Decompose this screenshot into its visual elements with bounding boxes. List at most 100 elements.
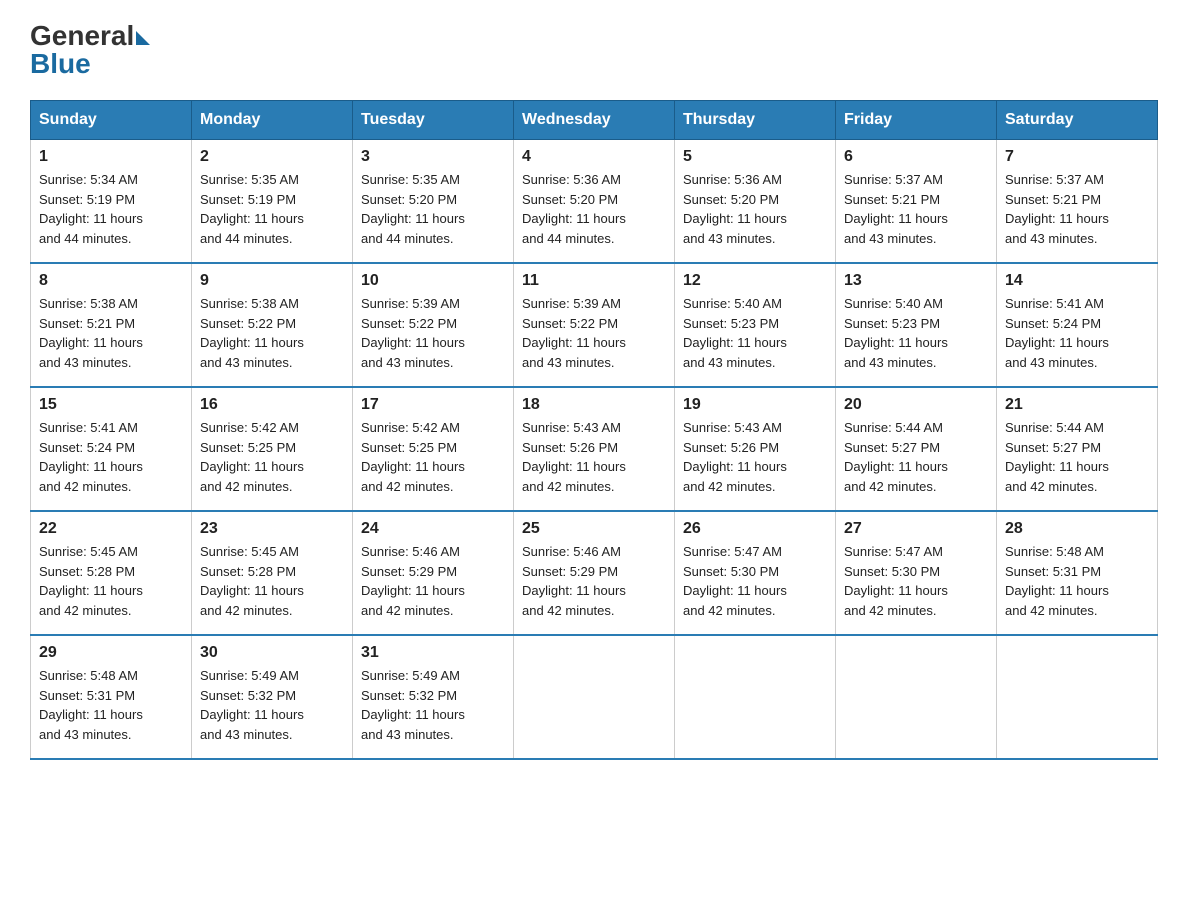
calendar-cell: 3 Sunrise: 5:35 AMSunset: 5:20 PMDayligh… — [353, 140, 514, 264]
day-info: Sunrise: 5:34 AMSunset: 5:19 PMDaylight:… — [39, 172, 143, 246]
calendar-week-row: 15 Sunrise: 5:41 AMSunset: 5:24 PMDaylig… — [31, 387, 1158, 511]
calendar-cell: 4 Sunrise: 5:36 AMSunset: 5:20 PMDayligh… — [514, 140, 675, 264]
calendar-cell: 2 Sunrise: 5:35 AMSunset: 5:19 PMDayligh… — [192, 140, 353, 264]
day-number: 28 — [1005, 520, 1149, 538]
day-info: Sunrise: 5:38 AMSunset: 5:22 PMDaylight:… — [200, 296, 304, 370]
calendar-cell: 27 Sunrise: 5:47 AMSunset: 5:30 PMDaylig… — [836, 511, 997, 635]
day-number: 31 — [361, 644, 505, 662]
calendar-cell: 15 Sunrise: 5:41 AMSunset: 5:24 PMDaylig… — [31, 387, 192, 511]
day-number: 14 — [1005, 272, 1149, 290]
calendar-table: SundayMondayTuesdayWednesdayThursdayFrid… — [30, 100, 1158, 760]
day-info: Sunrise: 5:36 AMSunset: 5:20 PMDaylight:… — [683, 172, 787, 246]
day-info: Sunrise: 5:38 AMSunset: 5:21 PMDaylight:… — [39, 296, 143, 370]
day-info: Sunrise: 5:45 AMSunset: 5:28 PMDaylight:… — [200, 544, 304, 618]
day-number: 29 — [39, 644, 183, 662]
calendar-cell: 25 Sunrise: 5:46 AMSunset: 5:29 PMDaylig… — [514, 511, 675, 635]
day-info: Sunrise: 5:45 AMSunset: 5:28 PMDaylight:… — [39, 544, 143, 618]
calendar-cell: 18 Sunrise: 5:43 AMSunset: 5:26 PMDaylig… — [514, 387, 675, 511]
calendar-cell: 10 Sunrise: 5:39 AMSunset: 5:22 PMDaylig… — [353, 263, 514, 387]
day-info: Sunrise: 5:47 AMSunset: 5:30 PMDaylight:… — [844, 544, 948, 618]
day-number: 17 — [361, 396, 505, 414]
day-number: 5 — [683, 148, 827, 166]
day-info: Sunrise: 5:35 AMSunset: 5:20 PMDaylight:… — [361, 172, 465, 246]
weekday-header-row: SundayMondayTuesdayWednesdayThursdayFrid… — [31, 101, 1158, 140]
day-number: 1 — [39, 148, 183, 166]
weekday-header-saturday: Saturday — [997, 101, 1158, 140]
day-number: 30 — [200, 644, 344, 662]
day-info: Sunrise: 5:43 AMSunset: 5:26 PMDaylight:… — [522, 420, 626, 494]
calendar-cell: 14 Sunrise: 5:41 AMSunset: 5:24 PMDaylig… — [997, 263, 1158, 387]
day-info: Sunrise: 5:39 AMSunset: 5:22 PMDaylight:… — [361, 296, 465, 370]
calendar-cell: 11 Sunrise: 5:39 AMSunset: 5:22 PMDaylig… — [514, 263, 675, 387]
calendar-cell: 7 Sunrise: 5:37 AMSunset: 5:21 PMDayligh… — [997, 140, 1158, 264]
calendar-week-row: 22 Sunrise: 5:45 AMSunset: 5:28 PMDaylig… — [31, 511, 1158, 635]
logo-arrow-icon — [136, 31, 150, 45]
day-info: Sunrise: 5:44 AMSunset: 5:27 PMDaylight:… — [844, 420, 948, 494]
day-info: Sunrise: 5:35 AMSunset: 5:19 PMDaylight:… — [200, 172, 304, 246]
weekday-header-monday: Monday — [192, 101, 353, 140]
calendar-week-row: 1 Sunrise: 5:34 AMSunset: 5:19 PMDayligh… — [31, 140, 1158, 264]
calendar-week-row: 8 Sunrise: 5:38 AMSunset: 5:21 PMDayligh… — [31, 263, 1158, 387]
calendar-cell: 22 Sunrise: 5:45 AMSunset: 5:28 PMDaylig… — [31, 511, 192, 635]
calendar-body: 1 Sunrise: 5:34 AMSunset: 5:19 PMDayligh… — [31, 140, 1158, 760]
day-number: 13 — [844, 272, 988, 290]
day-number: 2 — [200, 148, 344, 166]
day-number: 6 — [844, 148, 988, 166]
day-info: Sunrise: 5:44 AMSunset: 5:27 PMDaylight:… — [1005, 420, 1109, 494]
calendar-cell: 31 Sunrise: 5:49 AMSunset: 5:32 PMDaylig… — [353, 635, 514, 759]
calendar-cell — [836, 635, 997, 759]
day-number: 22 — [39, 520, 183, 538]
day-info: Sunrise: 5:42 AMSunset: 5:25 PMDaylight:… — [361, 420, 465, 494]
calendar-cell: 30 Sunrise: 5:49 AMSunset: 5:32 PMDaylig… — [192, 635, 353, 759]
calendar-cell: 19 Sunrise: 5:43 AMSunset: 5:26 PMDaylig… — [675, 387, 836, 511]
calendar-cell: 5 Sunrise: 5:36 AMSunset: 5:20 PMDayligh… — [675, 140, 836, 264]
calendar-cell: 28 Sunrise: 5:48 AMSunset: 5:31 PMDaylig… — [997, 511, 1158, 635]
logo: General Blue — [30, 20, 150, 80]
day-number: 19 — [683, 396, 827, 414]
day-info: Sunrise: 5:36 AMSunset: 5:20 PMDaylight:… — [522, 172, 626, 246]
calendar-cell: 16 Sunrise: 5:42 AMSunset: 5:25 PMDaylig… — [192, 387, 353, 511]
calendar-cell: 9 Sunrise: 5:38 AMSunset: 5:22 PMDayligh… — [192, 263, 353, 387]
day-info: Sunrise: 5:37 AMSunset: 5:21 PMDaylight:… — [844, 172, 948, 246]
day-number: 23 — [200, 520, 344, 538]
calendar-cell — [997, 635, 1158, 759]
day-number: 7 — [1005, 148, 1149, 166]
day-number: 12 — [683, 272, 827, 290]
weekday-header-sunday: Sunday — [31, 101, 192, 140]
day-info: Sunrise: 5:48 AMSunset: 5:31 PMDaylight:… — [1005, 544, 1109, 618]
calendar-cell: 20 Sunrise: 5:44 AMSunset: 5:27 PMDaylig… — [836, 387, 997, 511]
day-number: 11 — [522, 272, 666, 290]
day-number: 26 — [683, 520, 827, 538]
day-info: Sunrise: 5:41 AMSunset: 5:24 PMDaylight:… — [39, 420, 143, 494]
weekday-header-tuesday: Tuesday — [353, 101, 514, 140]
calendar-cell: 17 Sunrise: 5:42 AMSunset: 5:25 PMDaylig… — [353, 387, 514, 511]
calendar-cell — [675, 635, 836, 759]
calendar-cell — [514, 635, 675, 759]
calendar-cell: 23 Sunrise: 5:45 AMSunset: 5:28 PMDaylig… — [192, 511, 353, 635]
calendar-header: SundayMondayTuesdayWednesdayThursdayFrid… — [31, 101, 1158, 140]
calendar-week-row: 29 Sunrise: 5:48 AMSunset: 5:31 PMDaylig… — [31, 635, 1158, 759]
calendar-cell: 26 Sunrise: 5:47 AMSunset: 5:30 PMDaylig… — [675, 511, 836, 635]
day-number: 10 — [361, 272, 505, 290]
day-info: Sunrise: 5:37 AMSunset: 5:21 PMDaylight:… — [1005, 172, 1109, 246]
weekday-header-thursday: Thursday — [675, 101, 836, 140]
calendar-cell: 8 Sunrise: 5:38 AMSunset: 5:21 PMDayligh… — [31, 263, 192, 387]
day-info: Sunrise: 5:49 AMSunset: 5:32 PMDaylight:… — [200, 668, 304, 742]
weekday-header-friday: Friday — [836, 101, 997, 140]
day-number: 27 — [844, 520, 988, 538]
day-info: Sunrise: 5:41 AMSunset: 5:24 PMDaylight:… — [1005, 296, 1109, 370]
day-number: 18 — [522, 396, 666, 414]
weekday-header-wednesday: Wednesday — [514, 101, 675, 140]
day-info: Sunrise: 5:42 AMSunset: 5:25 PMDaylight:… — [200, 420, 304, 494]
day-number: 15 — [39, 396, 183, 414]
day-number: 3 — [361, 148, 505, 166]
day-info: Sunrise: 5:40 AMSunset: 5:23 PMDaylight:… — [683, 296, 787, 370]
calendar-cell: 6 Sunrise: 5:37 AMSunset: 5:21 PMDayligh… — [836, 140, 997, 264]
calendar-cell: 24 Sunrise: 5:46 AMSunset: 5:29 PMDaylig… — [353, 511, 514, 635]
day-number: 20 — [844, 396, 988, 414]
day-info: Sunrise: 5:40 AMSunset: 5:23 PMDaylight:… — [844, 296, 948, 370]
day-info: Sunrise: 5:43 AMSunset: 5:26 PMDaylight:… — [683, 420, 787, 494]
calendar-cell: 13 Sunrise: 5:40 AMSunset: 5:23 PMDaylig… — [836, 263, 997, 387]
day-info: Sunrise: 5:49 AMSunset: 5:32 PMDaylight:… — [361, 668, 465, 742]
day-number: 4 — [522, 148, 666, 166]
